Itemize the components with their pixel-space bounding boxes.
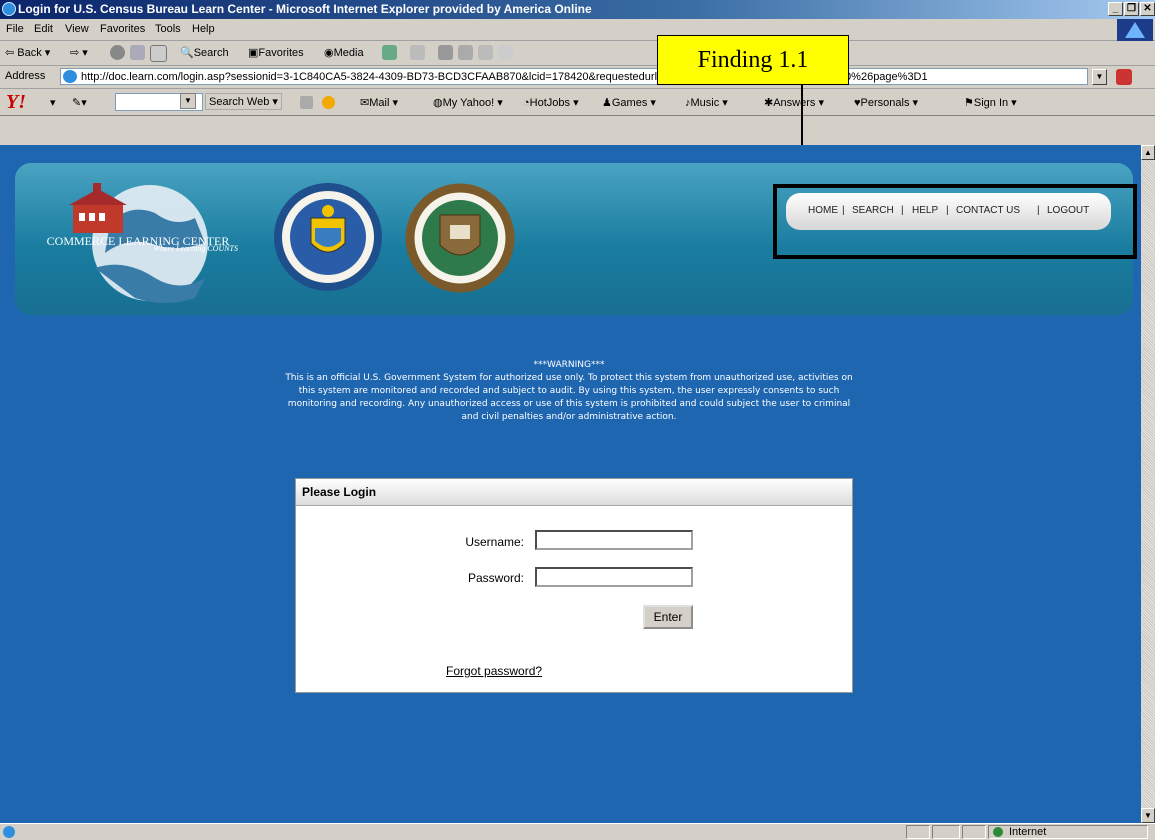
yahoo-logo-icon[interactable]: Y! [6,91,26,114]
password-input[interactable] [535,567,693,587]
search-web-label: Search Web [209,96,270,108]
zone-label: Internet [1009,826,1047,838]
logo-tagline: Where Learning COUNTS [153,244,238,253]
discuss-icon[interactable] [478,45,493,60]
username-input[interactable] [535,530,693,550]
games-button[interactable]: ♟Games ▾ [602,96,656,109]
status-bar: Internet [0,823,1155,840]
username-label: Username: [465,535,524,549]
forward-button[interactable]: ⇨ ▾ [70,46,88,59]
login-heading: Please Login [302,485,377,499]
status-cell [962,825,986,839]
window-title-bar: Login for U.S. Census Bureau Learn Cente… [0,0,1155,19]
status-cell [906,825,930,839]
media-label: Media [333,47,364,59]
standard-toolbar: ⇦ Back ▾ ⇨ ▾ 🔍Search ▣Favorites ◉Media [0,41,1155,66]
print-icon[interactable] [438,45,453,60]
address-label: Address [5,70,46,82]
finding-callout: Finding 1.1 [657,35,849,85]
census-bureau-seal [405,183,515,293]
favorites-button[interactable]: ▣Favorites [248,46,304,59]
browser-throbber-icon [1117,19,1153,41]
yahoo-search-dropdown-icon[interactable]: ▼ [180,93,196,109]
search-label: Search [193,47,229,59]
finding-highlight-box [773,184,1137,259]
address-field[interactable]: http://doc.learn.com/login.asp?sessionid… [60,68,1088,85]
menu-bar: File Edit View Favorites Tools Help [0,19,1155,41]
menu-view[interactable]: View [65,23,89,35]
globe-icon [993,827,1003,837]
window-title: Login for U.S. Census Bureau Learn Cente… [18,2,592,16]
pencil-icon[interactable]: ✎▾ [72,96,87,109]
department-of-commerce-seal [274,183,382,291]
antispy-icon[interactable] [322,96,335,109]
scroll-up-icon[interactable]: ▲ [1141,145,1155,160]
personals-label: Personals [860,97,910,109]
close-button[interactable]: ✕ [1140,2,1155,16]
menu-edit[interactable]: Edit [34,23,53,35]
stop-icon[interactable] [110,45,125,60]
address-dropdown-icon[interactable]: ▼ [1092,69,1107,85]
menu-file[interactable]: File [6,23,24,35]
my-yahoo-label: My Yahoo! [442,97,495,109]
security-zone: Internet [988,825,1148,839]
login-header: Please Login [296,479,852,506]
page-status-icon [3,826,15,838]
maximize-button[interactable]: ❐ [1124,2,1139,16]
forgot-password-link[interactable]: Forgot password? [446,664,542,678]
favorites-label: Favorites [258,47,304,59]
page-icon [63,70,77,83]
hotjobs-label: HotJobs [529,97,571,109]
messenger-icon[interactable] [498,45,513,60]
security-warning: ***WARNING*** This is an official U.S. G… [283,359,855,424]
media-button[interactable]: ◉Media [324,46,364,59]
yahoo-toolbar: Y! ▾ ✎▾ ▼ Search Web ▾ ✉Mail ▾ ◍My Yahoo… [0,89,1155,116]
warning-body: This is an official U.S. Government Syst… [285,373,853,422]
password-label: Password: [467,571,524,585]
back-button[interactable]: ⇦ Back ▾ [5,46,50,59]
yahoo-mail-label: Mail [369,97,390,109]
menu-tools[interactable]: Tools [155,23,181,35]
menu-favorites[interactable]: Favorites [100,23,145,35]
games-label: Games [611,97,648,109]
search-web-button[interactable]: Search Web ▾ [205,93,282,110]
address-bar: Address http://doc.learn.com/login.asp?s… [0,66,1155,89]
minimize-button[interactable]: _ [1108,2,1123,16]
personals-button[interactable]: ♥Personals ▾ [854,96,918,109]
menu-help[interactable]: Help [192,23,215,35]
yahoo-dropdown-icon[interactable]: ▾ [50,96,56,109]
pdf-icon[interactable] [1116,69,1132,85]
mail-icon[interactable] [410,45,425,60]
sign-in-label: Sign In [973,97,1009,109]
ie-logo-icon [2,2,16,16]
music-label: Music [690,97,720,109]
sign-in-button[interactable]: ⚑Sign In ▾ [964,96,1017,109]
back-label: Back [17,47,42,59]
commerce-learning-center-logo[interactable] [55,183,245,323]
status-cell [932,825,960,839]
vertical-scrollbar[interactable]: ▲ ▼ [1141,145,1155,823]
enter-button[interactable]: Enter [643,605,693,629]
yahoo-mail-button[interactable]: ✉Mail ▾ [360,96,398,109]
scroll-down-icon[interactable]: ▼ [1141,808,1155,823]
history-icon[interactable] [382,45,397,60]
my-yahoo-button[interactable]: ◍My Yahoo! ▾ [433,96,503,109]
search-button[interactable]: 🔍Search [180,46,229,59]
home-icon[interactable] [150,45,167,62]
hotjobs-button[interactable]: ◔HotJobs ▾ [523,96,579,109]
highlight-icon[interactable] [300,96,313,109]
edit-icon[interactable] [458,45,473,60]
warning-title: ***WARNING*** [533,360,605,370]
refresh-icon[interactable] [130,45,145,60]
music-button[interactable]: ♪Music ▾ [685,96,728,109]
login-panel: Please Login Username: Password: Enter F… [295,478,853,693]
